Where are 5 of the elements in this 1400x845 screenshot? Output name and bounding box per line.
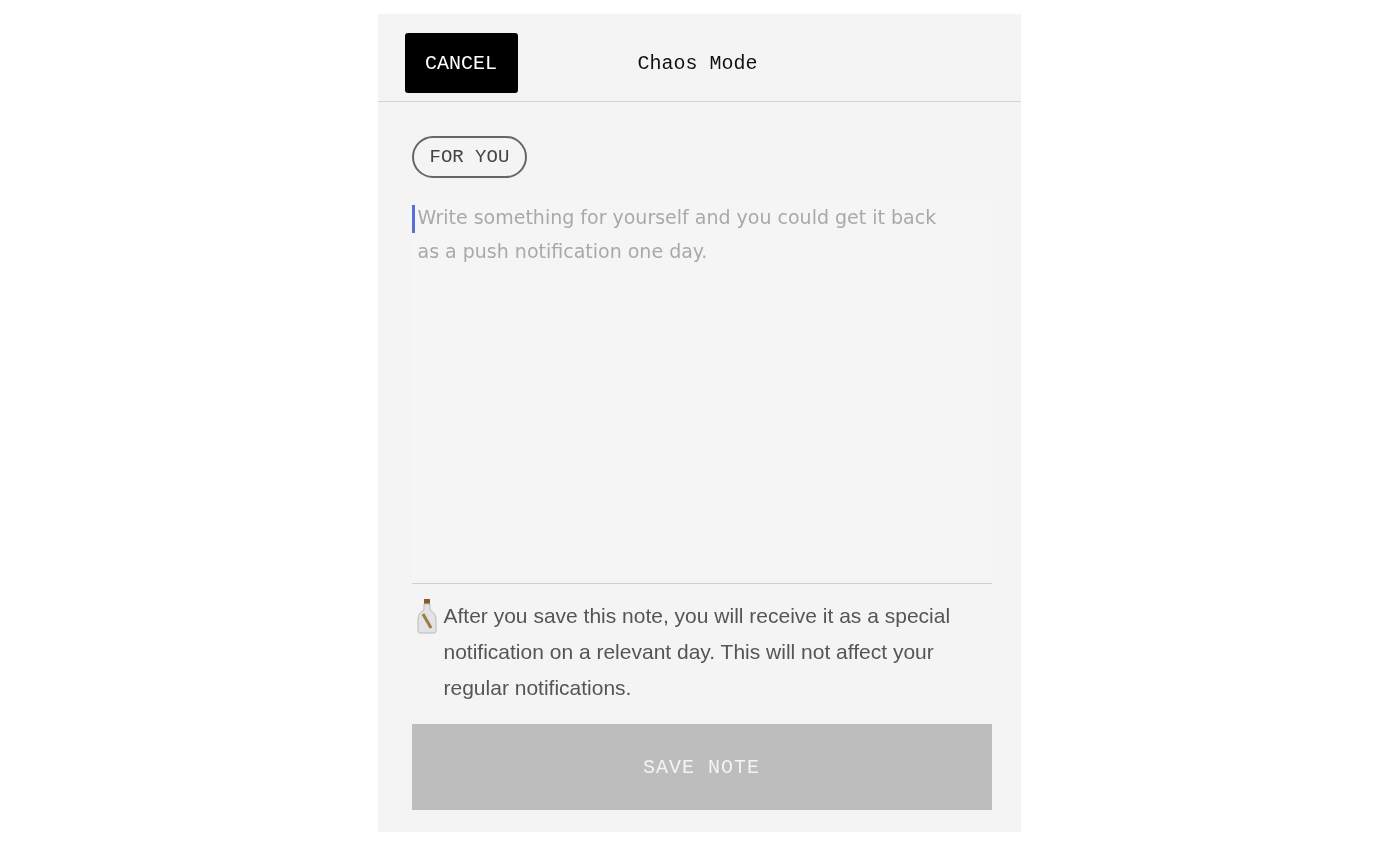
screen-title: Chaos Mode — [637, 52, 758, 75]
bottle-icon — [415, 598, 438, 634]
tag-label: FOR YOU — [411, 136, 528, 178]
info-text: After you save this note, you will receive it as a special notification on a relevant day. This will not affect your regular notifications. — [443, 603, 952, 701]
cancel-button[interactable]: CANCEL — [404, 33, 518, 93]
